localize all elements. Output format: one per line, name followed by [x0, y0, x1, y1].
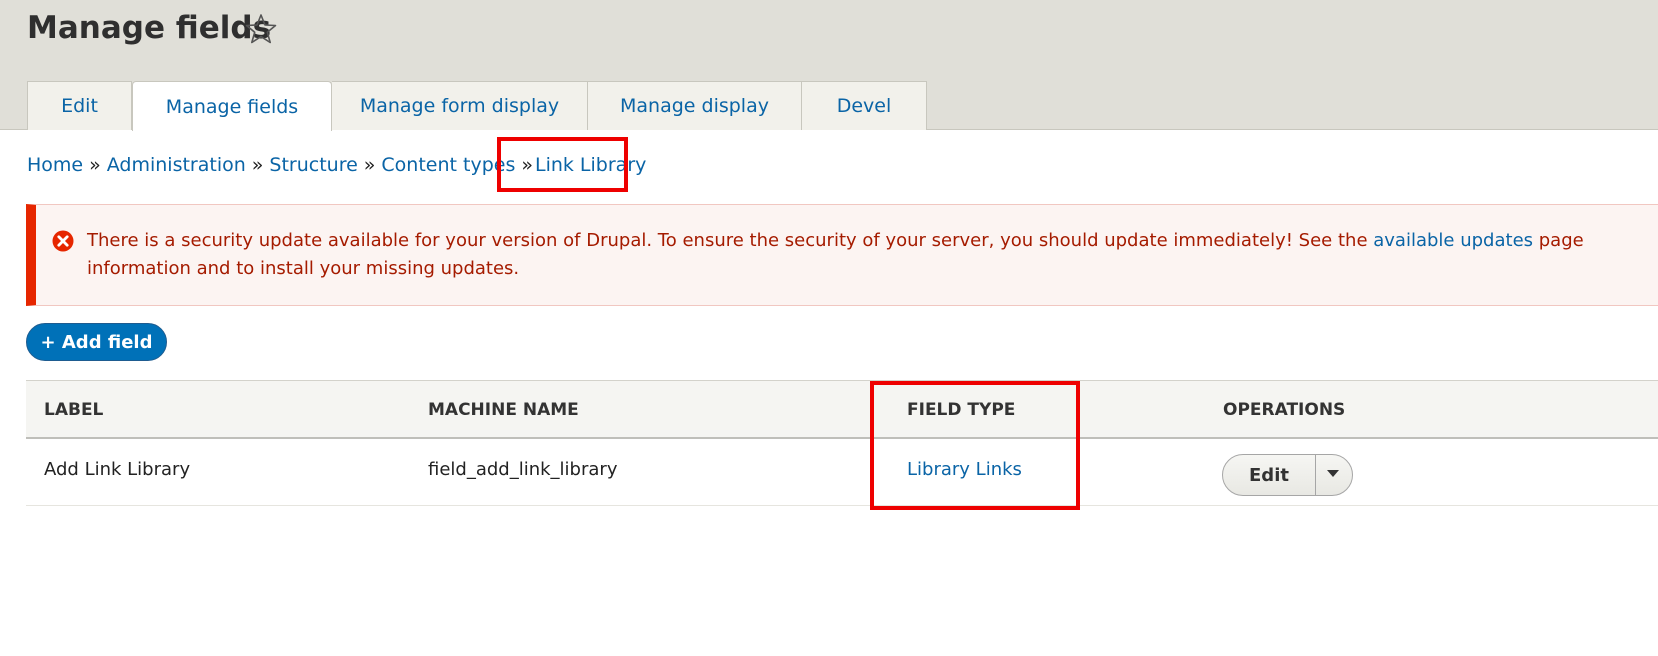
operations-dropbutton: Edit	[1222, 454, 1353, 496]
page-header: Manage fields Edit Manage fields Manage …	[0, 0, 1658, 131]
table-row: Add Link Library field_add_link_library …	[26, 439, 1658, 506]
tab-manage-display[interactable]: Manage display	[588, 81, 802, 130]
page-title: Manage fields	[27, 10, 272, 46]
tab-devel[interactable]: Devel	[802, 81, 927, 130]
breadcrumb-link-library[interactable]: Link Library	[535, 154, 646, 176]
tab-edit[interactable]: Edit	[27, 81, 132, 130]
operations-toggle[interactable]	[1316, 455, 1352, 495]
add-field-button[interactable]: + Add field	[26, 323, 167, 361]
breadcrumb-separator: »	[363, 154, 376, 176]
fields-table-header: LABEL MACHINE NAME FIELD TYPE OPERATIONS	[26, 380, 1658, 439]
alert-text-part: There is a security update available for…	[87, 230, 1374, 251]
breadcrumb-content-types[interactable]: Content types	[381, 154, 515, 176]
breadcrumb: Home» Administration» Structure» Content ty…	[27, 154, 646, 176]
breadcrumb-separator: »	[251, 154, 264, 176]
breadcrumb-separator: »	[521, 154, 533, 176]
machine-name-cell: field_add_link_library	[428, 459, 618, 480]
breadcrumb-structure[interactable]: Structure	[269, 154, 357, 176]
breadcrumb-separator: »	[89, 154, 101, 176]
edit-button[interactable]: Edit	[1223, 455, 1315, 495]
field-type-link[interactable]: Library Links	[907, 459, 1022, 480]
alert-message: There is a security update available for…	[87, 227, 1647, 283]
field-label-cell: Add Link Library	[44, 459, 191, 480]
security-alert: There is a security update available for…	[26, 204, 1658, 306]
available-updates-link[interactable]: available updates	[1373, 230, 1533, 251]
column-header-field-type: FIELD TYPE	[907, 400, 1016, 420]
tab-manage-form-display[interactable]: Manage form display	[332, 81, 588, 130]
caret-down-icon	[1327, 470, 1339, 477]
tab-manage-fields[interactable]: Manage fields	[132, 81, 332, 131]
alert-text-line2: information and to install your missing …	[87, 258, 520, 279]
breadcrumb-home[interactable]: Home	[27, 154, 83, 176]
star-icon[interactable]	[244, 12, 278, 46]
column-header-machine-name: MACHINE NAME	[428, 400, 579, 420]
column-header-label: LABEL	[44, 400, 104, 420]
column-header-operations: OPERATIONS	[1223, 400, 1346, 420]
error-icon	[52, 230, 74, 252]
breadcrumb-administration[interactable]: Administration	[107, 154, 246, 176]
alert-text-part: page	[1533, 230, 1584, 251]
